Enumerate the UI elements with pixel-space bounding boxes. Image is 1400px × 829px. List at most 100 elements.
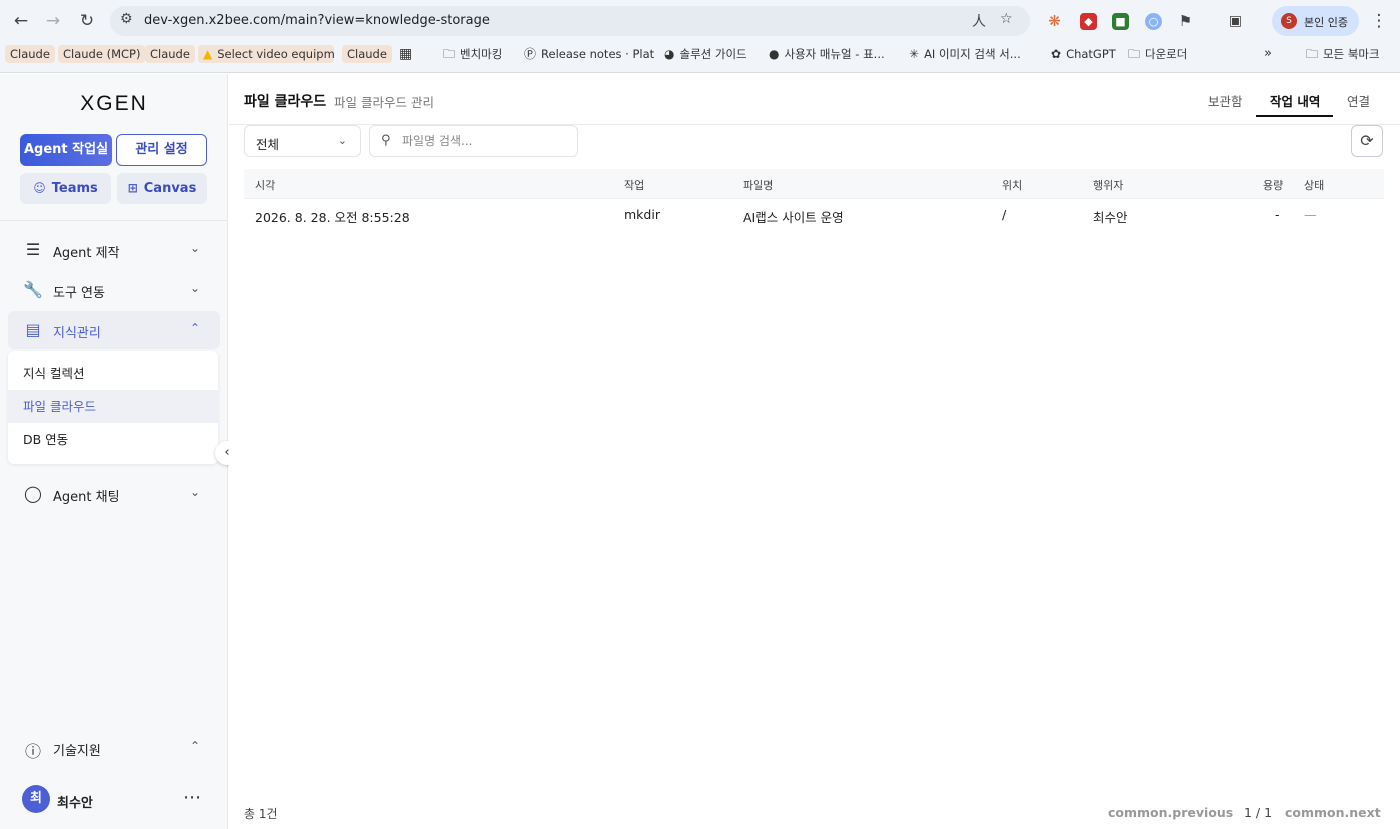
search-input[interactable]	[402, 131, 572, 151]
bookmark-item[interactable]: ✳ AI 이미지 검색 서...	[909, 45, 1029, 63]
page-title: 파일 클라우드	[244, 94, 327, 110]
bookmark-item[interactable]: Claude (MCP)	[58, 45, 146, 63]
site-info-icon[interactable]: ⚙	[120, 11, 133, 27]
bookmark-item[interactable]: Claude	[342, 45, 392, 63]
chevron-down-icon: ⌄	[189, 281, 200, 295]
refresh-icon: ⟳	[1360, 131, 1374, 150]
sidebar-item-label: Agent 채팅	[53, 490, 120, 505]
bookmark-item[interactable]: Claude	[145, 45, 195, 63]
blue-extension-icon[interactable]: ○	[1145, 13, 1162, 30]
submenu-item-knowledge-collection[interactable]: 지식 컬렉션	[8, 357, 218, 390]
bookmark-item[interactable]: ▲ Select video equipm...	[198, 45, 334, 63]
sidebar-divider	[0, 220, 228, 221]
bookmark-item[interactable]: Claude	[5, 45, 55, 63]
column-header-actor: 행위자	[1093, 179, 1124, 192]
address-bar[interactable]: ⚙ dev-xgen.x2bee.com/main?view=knowledge…	[110, 6, 1030, 36]
extensions-puzzle-icon[interactable]: ⚑	[1177, 13, 1194, 30]
red-extension-icon[interactable]: ◆	[1080, 13, 1097, 30]
user-profile[interactable]: 최 최수안 ⋯	[0, 784, 228, 824]
sidebar-item-agent-chat[interactable]: ◯ Agent 채팅 ⌄	[8, 475, 220, 513]
page-header: 파일 클라우드 파일 클라우드 관리 보관함 작업 내역 연결	[229, 74, 1400, 125]
refresh-button[interactable]: ⟳	[1351, 125, 1383, 157]
sidebar-item-label: 도구 연동	[53, 286, 105, 301]
sidebar-item-agent-build[interactable]: ☰ Agent 제작 ⌄	[8, 231, 220, 269]
more-bookmarks-icon[interactable]: »	[1264, 45, 1272, 63]
folder-icon: 🗀	[1128, 47, 1141, 61]
more-options-icon[interactable]: ⋯	[183, 787, 202, 808]
bookmark-folder[interactable]: 🗀 다운로더	[1128, 45, 1187, 63]
bookmark-item[interactable]: ✿ ChatGPT	[1051, 45, 1116, 63]
table-row[interactable]: 2026. 8. 28. 오전 8:55:28 mkdir AI랩스 사이트 운…	[244, 199, 1384, 231]
sidebar: XGEN Agent 작업실 관리 설정 ☺ Teams ⊞ Canvas ☰ Ag…	[0, 74, 239, 829]
active-tab-indicator	[1256, 115, 1333, 117]
column-header-filename: 파일명	[743, 179, 774, 192]
tab-storage[interactable]: 보관함	[1208, 91, 1243, 110]
github-icon: ●	[769, 47, 780, 61]
reload-icon[interactable]: ↻	[75, 9, 99, 33]
profile-button[interactable]: S 본인 인증	[1272, 6, 1359, 36]
globe-icon: ◕	[664, 47, 675, 61]
sidebar-item-label: Agent 제작	[53, 246, 120, 261]
sidebar-item-knowledge[interactable]: ▤ 지식관리 ⌃	[8, 311, 220, 349]
total-count: 총 1건	[244, 807, 278, 821]
knowledge-submenu: 지식 컬렉션 파일 클라우드 DB 연동	[8, 351, 218, 464]
teams-icon: ☺	[33, 181, 46, 195]
column-header-location: 위치	[1002, 179, 1023, 192]
book-icon: ▤	[25, 320, 41, 339]
chevron-down-icon: ⌄	[189, 485, 200, 499]
bookmarks-bar: Claude Claude (MCP) Claude ▲ Select video…	[0, 42, 1400, 66]
chatgpt-icon: ✿	[1051, 47, 1062, 61]
tab-connection[interactable]: 연결	[1347, 91, 1370, 110]
previous-page-button[interactable]: common.previous	[1108, 805, 1233, 820]
search-box: ⚲	[369, 125, 578, 157]
translate-icon[interactable]: 人	[972, 11, 986, 31]
sidebar-item-tool-integration[interactable]: 🔧 도구 연동 ⌄	[8, 271, 220, 309]
browser-toolbar: ← → ↻ ⚙ dev-xgen.x2bee.com/main?view=kno…	[0, 5, 1400, 37]
help-icon: ⓘ	[24, 742, 41, 761]
folder-icon: 🗀	[443, 47, 456, 61]
cell-size: -	[1275, 207, 1280, 222]
apps-grid-icon[interactable]: ▦	[399, 45, 412, 63]
green-extension-icon[interactable]: ■	[1112, 13, 1129, 30]
bookmark-item[interactable]: ● 사용자 매뉴얼 - 표...	[769, 45, 895, 63]
bookmark-folder[interactable]: 🗀 벤치마킹	[443, 45, 502, 63]
table-header: 시각 작업 파일명 위치 행위자 용량 상태	[244, 169, 1384, 199]
bookmark-folder[interactable]: 🗀 모든 북마크	[1306, 45, 1380, 63]
admin-settings-button[interactable]: 관리 설정	[116, 134, 207, 166]
cell-location: /	[1002, 207, 1007, 222]
bookmark-item[interactable]: ◕ 솔루션 가이드	[664, 45, 747, 63]
next-page-button[interactable]: common.next	[1285, 805, 1381, 820]
tab-activity-log[interactable]: 작업 내역	[1270, 91, 1320, 110]
app-logo[interactable]: XGEN	[0, 92, 228, 116]
canvas-button[interactable]: ⊞ Canvas	[117, 173, 207, 204]
search-icon: ⚲	[381, 133, 391, 148]
back-icon[interactable]: ←	[9, 9, 33, 33]
submenu-item-file-cloud[interactable]: 파일 클라우드	[8, 390, 218, 423]
profile-avatar: S	[1281, 13, 1297, 29]
wrench-icon: 🔧	[23, 280, 43, 299]
cell-action: mkdir	[624, 207, 660, 222]
chevron-down-icon: ⌄	[337, 134, 347, 147]
sidebar-item-label: 기술지원	[53, 744, 101, 759]
forward-icon[interactable]: →	[41, 9, 65, 33]
bookmark-star-icon[interactable]: ☆	[1000, 11, 1013, 27]
filter-select[interactable]: 전체 ⌄	[244, 125, 361, 157]
browser-chrome: ← → ↻ ⚙ dev-xgen.x2bee.com/main?view=kno…	[0, 0, 1400, 73]
submenu-item-db-integration[interactable]: DB 연동	[8, 423, 218, 456]
bookmark-item[interactable]: Ⓟ Release notes · Plat...	[524, 45, 654, 63]
chat-icon: ◯	[24, 484, 42, 503]
claude-extension-icon[interactable]: ❋	[1046, 13, 1063, 30]
user-name: 최수안	[57, 796, 93, 811]
grid-icon: ⊞	[127, 181, 138, 195]
page-subtitle: 파일 클라우드 관리	[334, 95, 434, 110]
browser-menu-icon[interactable]: ⋮	[1367, 9, 1391, 33]
agent-workspace-button[interactable]: Agent 작업실	[20, 134, 112, 166]
teams-button[interactable]: ☺ Teams	[20, 173, 111, 204]
cell-actor: 최수안	[1093, 210, 1128, 225]
main-content: 파일 클라우드 파일 클라우드 관리 보관함 작업 내역 연결 전체 ⌄ ⚲ ⟳…	[229, 74, 1400, 829]
sidebar-item-support[interactable]: ⓘ 기술지원 ⌃	[8, 729, 220, 767]
profile-label: 본인 인증	[1304, 16, 1348, 29]
ai-logo-icon: ✳	[909, 47, 920, 61]
screen-capture-icon[interactable]: ▣	[1227, 13, 1244, 30]
chevron-up-icon: ⌃	[189, 739, 200, 753]
